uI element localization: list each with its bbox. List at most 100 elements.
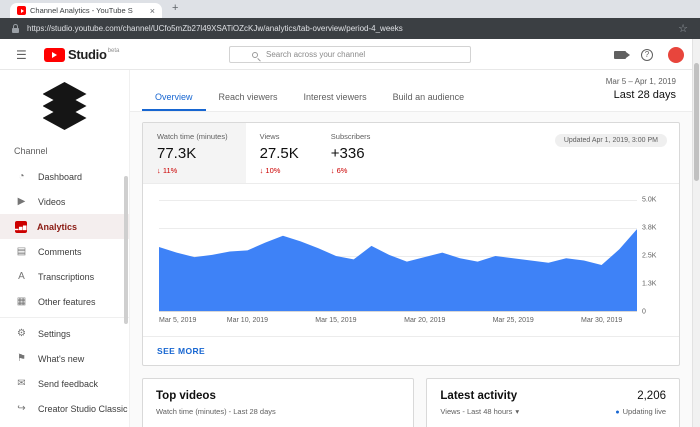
sidebar-item-label: Transcriptions [38, 272, 94, 282]
x-axis-tick: Mar 25, 2019 [493, 317, 534, 324]
tab-build-audience[interactable]: Build an audience [380, 85, 478, 111]
down-arrow-icon: ↓ [157, 166, 161, 175]
down-arrow-icon: ↓ [260, 166, 264, 175]
metric-views[interactable]: Views 27.5K ↓ 10% [246, 123, 317, 183]
x-axis-tick: Mar 5, 2019 [159, 317, 196, 324]
metric-label: Subscribers [331, 132, 371, 141]
latest-activity-header: Latest activity 2,206 [440, 390, 666, 402]
see-more-link[interactable]: SEE MORE [143, 336, 679, 365]
y-axis-tick: 2.5K [642, 253, 674, 260]
new-tab-icon[interactable]: + [172, 2, 178, 14]
metric-watch-time[interactable]: Watch time (minutes) 77.3K ↓ 11% [143, 123, 246, 183]
sidebar-item-dashboard[interactable]: ◔ Dashboard [0, 164, 129, 189]
creator-studio-classic-icon: ↪ [15, 402, 28, 415]
x-axis: Mar 5, 2019 Mar 10, 2019 Mar 15, 2019 Ma… [159, 317, 637, 327]
metric-value: 77.3K [157, 145, 228, 162]
tab-title: Channel Analytics - YouTube S [30, 6, 146, 15]
sidebar-item-settings[interactable]: ⚙ Settings [0, 321, 129, 346]
comments-icon: ▤ [15, 245, 28, 258]
sidebar-item-comments[interactable]: ▤ Comments [0, 239, 129, 264]
metric-subscribers[interactable]: Subscribers +336 ↓ 6% [317, 123, 389, 183]
browser-tab-strip: Channel Analytics - YouTube S × + [0, 0, 700, 18]
updated-timestamp: Updated Apr 1, 2019, 3:00 PM [555, 134, 667, 147]
live-dot-icon: ● [615, 409, 619, 416]
youtube-studio-logo[interactable]: Studio beta [44, 47, 119, 62]
sidebar-item-label: Analytics [37, 222, 77, 232]
sidebar-item-creator-studio-classic[interactable]: ↪ Creator Studio Classic [0, 396, 129, 421]
analytics-overview-card: Watch time (minutes) 77.3K ↓ 11% Views 2… [142, 122, 680, 366]
sidebar-item-other-features[interactable]: ▦ Other features [0, 289, 129, 314]
down-arrow-icon: ↓ [331, 166, 335, 175]
sidebar-divider [0, 317, 129, 318]
metric-delta-value: 11% [163, 166, 177, 175]
tab-interest-viewers[interactable]: Interest viewers [291, 85, 380, 111]
channel-avatar[interactable] [38, 82, 92, 132]
app-header: ☰ Studio beta ? [0, 39, 700, 70]
channel-search-box[interactable] [229, 46, 471, 63]
top-videos-title: Top videos [156, 390, 400, 402]
latest-activity-subrow: Views - Last 48 hours▾ ● Updating live [440, 407, 666, 416]
create-video-icon[interactable] [614, 51, 626, 59]
updating-live-status: ● Updating live [615, 407, 666, 416]
sidebar-item-send-feedback[interactable]: ✉ Send feedback [0, 371, 129, 396]
analytics-tabs: Overview Reach viewers Interest viewers … [130, 70, 692, 112]
url-text[interactable]: https://studio.youtube.com/channel/UCfo5… [27, 24, 678, 33]
date-range-text: Mar 5 – Apr 1, 2019 [606, 77, 676, 86]
metric-delta-value: 6% [337, 166, 348, 175]
youtube-play-icon [44, 48, 65, 62]
y-axis-tick: 5.0K [642, 197, 674, 204]
latest-activity-subtitle: Views - Last 48 hours [440, 407, 512, 416]
tab-reach-viewers[interactable]: Reach viewers [206, 85, 291, 111]
y-axis-tick: 0 [642, 309, 674, 316]
metric-tabs: Watch time (minutes) 77.3K ↓ 11% Views 2… [143, 123, 679, 184]
x-axis-tick: Mar 20, 2019 [404, 317, 445, 324]
metric-delta: ↓ 11% [157, 166, 228, 175]
browser-window: Channel Analytics - YouTube S × + https:… [0, 0, 700, 427]
youtube-favicon-icon [17, 6, 26, 15]
hamburger-menu-icon[interactable]: ☰ [16, 48, 27, 62]
sidebar-item-label: What's new [38, 354, 84, 364]
chart-baseline [159, 311, 637, 312]
top-videos-card: Top videos Watch time (minutes) - Last 2… [142, 378, 414, 427]
y-axis-tick: 1.3K [642, 281, 674, 288]
sidebar-item-whats-new[interactable]: ⚑ What's new [0, 346, 129, 371]
send-feedback-icon: ✉ [15, 377, 28, 390]
metric-value: +336 [331, 145, 371, 162]
window-scrollbar[interactable] [692, 39, 700, 427]
latest-activity-value: 2,206 [637, 390, 666, 402]
account-avatar[interactable] [668, 47, 684, 63]
updating-live-label: Updating live [623, 407, 666, 416]
bookmark-star-icon[interactable]: ☆ [678, 22, 688, 35]
search-icon [252, 52, 258, 58]
sidebar-item-label: Send feedback [38, 379, 98, 389]
help-icon[interactable]: ? [641, 49, 653, 61]
sidebar-item-label: Settings [38, 329, 71, 339]
sidebar-item-label: Creator Studio Classic [38, 404, 128, 414]
sidebar-item-label: Other features [38, 297, 96, 307]
tab-overview[interactable]: Overview [142, 85, 206, 111]
latest-activity-filter[interactable]: Views - Last 48 hours▾ [440, 407, 519, 416]
chevron-down-icon: ▾ [515, 407, 519, 416]
sidebar-scrollbar[interactable] [124, 176, 128, 324]
logo-text: Studio [68, 47, 107, 62]
settings-gear-icon: ⚙ [15, 327, 28, 340]
metric-delta-value: 10% [265, 166, 280, 175]
x-axis-tick: Mar 15, 2019 [315, 317, 356, 324]
lock-icon [12, 28, 19, 33]
date-range-picker[interactable]: Mar 5 – Apr 1, 2019 Last 28 days [606, 77, 676, 101]
date-range-preset: Last 28 days [606, 89, 676, 101]
sidebar-item-label: Videos [38, 197, 65, 207]
sidebar-item-videos[interactable]: ▶ Videos [0, 189, 129, 214]
metric-delta: ↓ 6% [331, 166, 371, 175]
scrollbar-thumb[interactable] [694, 63, 699, 181]
analytics-main: Overview Reach viewers Interest viewers … [130, 70, 692, 427]
tab-close-icon[interactable]: × [150, 6, 155, 16]
watch-time-chart[interactable]: 5.0K 3.8K 2.5K 1.3K 0 [159, 200, 637, 312]
sidebar-item-analytics[interactable]: ▂▅▇ Analytics [0, 214, 129, 239]
x-axis-tick: Mar 30, 2019 [581, 317, 622, 324]
y-axis-tick: 3.8K [642, 225, 674, 232]
sidebar-item-transcriptions[interactable]: A Transcriptions [0, 264, 129, 289]
latest-activity-title: Latest activity [440, 390, 517, 402]
browser-tab[interactable]: Channel Analytics - YouTube S × [10, 3, 162, 18]
search-input[interactable] [266, 50, 470, 59]
